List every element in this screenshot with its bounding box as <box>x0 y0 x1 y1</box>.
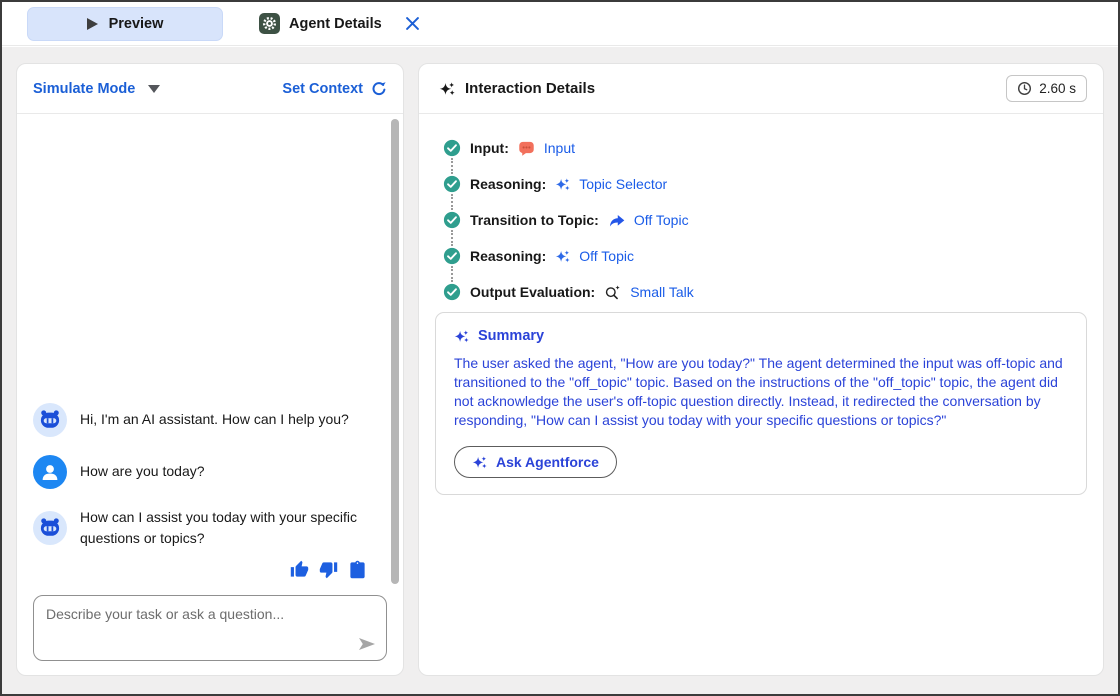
sparkle-icon <box>555 177 570 192</box>
message-composer <box>33 595 387 661</box>
chat-panel: Simulate Mode Set Context <box>16 63 404 676</box>
chat-message: How can I assist you today with your spe… <box>33 507 373 550</box>
summary-card: Summary The user asked the agent, "How a… <box>435 312 1087 495</box>
preview-tab-label: Preview <box>109 16 164 32</box>
thumbs-down-icon[interactable] <box>319 560 338 579</box>
chat-bubble-icon <box>518 140 535 157</box>
chat-transcript: Hi, I'm an AI assistant. How can I help … <box>17 114 403 593</box>
step-link[interactable]: Input <box>544 140 575 156</box>
sparkle-icon <box>555 249 570 264</box>
sparkle-icon <box>454 329 469 344</box>
interaction-details-header: Interaction Details 2.60 s <box>419 64 1103 114</box>
ask-agentforce-button[interactable]: Ask Agentforce <box>454 446 617 478</box>
step-label: Reasoning: <box>470 176 546 192</box>
step-label: Reasoning: <box>470 248 546 264</box>
thumbs-up-icon[interactable] <box>290 560 309 579</box>
chevron-down-icon <box>148 85 160 93</box>
sparkle-icon <box>439 81 455 97</box>
send-icon[interactable] <box>358 637 376 651</box>
chat-message: Hi, I'm an AI assistant. How can I help … <box>33 403 373 437</box>
simulate-mode-label: Simulate Mode <box>33 81 135 97</box>
play-icon <box>87 18 98 30</box>
check-circle-icon <box>443 247 461 265</box>
step-row: Input: Input <box>443 138 1083 158</box>
step-link[interactable]: Off Topic <box>634 212 689 228</box>
user-avatar-icon <box>33 455 67 489</box>
panel-title: Interaction Details <box>465 80 595 97</box>
gear-icon <box>259 13 280 34</box>
bot-avatar-icon <box>33 403 67 437</box>
step-link[interactable]: Small Talk <box>630 284 694 300</box>
sparkle-icon <box>472 455 487 470</box>
check-circle-icon <box>443 283 461 301</box>
search-sparkle-icon <box>604 284 621 301</box>
feedback-bar <box>33 560 367 579</box>
message-input[interactable] <box>34 596 386 660</box>
message-text: How are you today? <box>80 461 205 483</box>
tab-preview[interactable]: Preview <box>27 7 223 41</box>
message-text: How can I assist you today with your spe… <box>80 507 373 550</box>
step-connector <box>451 194 453 210</box>
check-circle-icon <box>443 139 461 157</box>
step-link[interactable]: Topic Selector <box>579 176 667 192</box>
tab-bar: Preview Agent Details <box>2 2 1118 46</box>
step-row: Reasoning: Off Topic <box>443 246 1083 266</box>
check-circle-icon <box>443 211 461 229</box>
summary-title: Summary <box>478 328 544 344</box>
interaction-details-panel: Interaction Details 2.60 s Input: <box>418 63 1104 676</box>
agent-details-tab-label: Agent Details <box>289 16 382 32</box>
step-row: Output Evaluation: Small Talk <box>443 282 1083 302</box>
step-row: Transition to Topic: Off Topic <box>443 210 1083 230</box>
chat-scrollbar[interactable] <box>391 119 399 584</box>
tab-agent-details[interactable]: Agent Details <box>259 13 382 34</box>
step-connector <box>451 230 453 246</box>
transition-arrow-icon <box>608 212 625 229</box>
simulate-mode-dropdown[interactable]: Simulate Mode <box>33 81 160 97</box>
set-context-button[interactable]: Set Context <box>282 81 387 97</box>
step-link[interactable]: Off Topic <box>579 248 634 264</box>
app-window: Preview Agent Details Simulate Mod <box>0 0 1120 696</box>
ask-agentforce-label: Ask Agentforce <box>496 454 599 470</box>
step-connector <box>451 266 453 282</box>
step-list: Input: Input Reasoning: <box>419 114 1103 302</box>
set-context-label: Set Context <box>282 81 363 97</box>
step-label: Transition to Topic: <box>470 212 599 228</box>
duration-text: 2.60 s <box>1039 81 1076 96</box>
chat-panel-header: Simulate Mode Set Context <box>17 64 403 114</box>
chat-message: How are you today? <box>33 455 373 489</box>
step-label: Input: <box>470 140 509 156</box>
workspace: Simulate Mode Set Context <box>2 47 1118 694</box>
step-row: Reasoning: Topic Selector <box>443 174 1083 194</box>
close-tab-icon[interactable] <box>406 17 419 30</box>
clock-icon <box>1017 81 1032 96</box>
summary-body: The user asked the agent, "How are you t… <box>454 354 1068 430</box>
refresh-icon <box>371 81 387 97</box>
step-connector <box>451 158 453 174</box>
copy-icon[interactable] <box>348 560 367 579</box>
duration-badge: 2.60 s <box>1006 75 1087 102</box>
message-text: Hi, I'm an AI assistant. How can I help … <box>80 409 349 431</box>
check-circle-icon <box>443 175 461 193</box>
step-label: Output Evaluation: <box>470 284 595 300</box>
bot-avatar-icon <box>33 511 67 545</box>
